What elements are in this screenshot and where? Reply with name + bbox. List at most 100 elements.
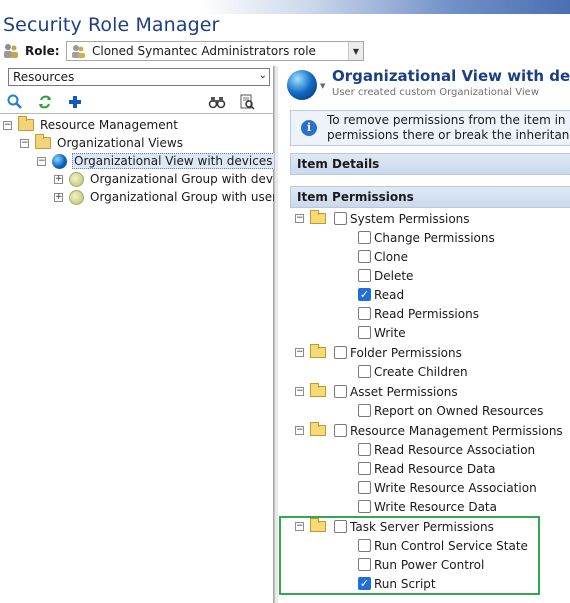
perm-item: Write Resource Association [358, 478, 537, 497]
role-select-value: Cloned Symantec Administrators role [92, 44, 316, 58]
perm-item: Read Resource Association [358, 440, 535, 459]
tree-node-label: Resource Management [40, 118, 178, 132]
perm-item: Report on Owned Resources [358, 401, 543, 420]
resource-type-value: Resources [13, 70, 75, 84]
checkbox-write[interactable] [358, 326, 371, 339]
folder-icon [18, 116, 34, 131]
perm-label: Clone [374, 249, 409, 264]
perm-group-asset: − Asset Permissions [295, 382, 458, 401]
checkbox-report-owned-resources[interactable] [358, 404, 371, 417]
perm-item: Write Resource Data [358, 497, 497, 516]
role-label: Role: [25, 44, 60, 58]
collapse-icon[interactable]: − [295, 426, 304, 435]
checkbox-system-permissions[interactable] [334, 212, 347, 225]
add-icon[interactable] [66, 93, 84, 111]
info-text: To remove permissions from the item in c… [327, 113, 570, 143]
folder-icon [35, 134, 51, 149]
perm-label: Create Children [374, 364, 468, 379]
folder-icon [310, 422, 326, 436]
perm-item: Create Children [358, 362, 468, 381]
expand-icon[interactable]: + [54, 174, 63, 184]
checkbox-resource-management-permissions[interactable] [334, 424, 347, 437]
perm-label: Write Resource Association [374, 480, 537, 495]
collapse-icon[interactable]: − [295, 348, 304, 357]
perm-label: Read Resource Association [374, 442, 536, 457]
item-details-header[interactable]: Item Details [290, 153, 570, 175]
folder-icon [310, 210, 326, 224]
collapse-icon[interactable]: − [295, 214, 304, 223]
perm-label: Asset Permissions [350, 384, 458, 399]
perm-label: Read [374, 287, 405, 302]
item-header: ▼ Organizational View with devic User cr… [278, 66, 570, 108]
binoculars-icon[interactable] [208, 93, 226, 111]
perm-label: Resource Management Permissions [350, 423, 563, 438]
perm-label: Change Permissions [374, 230, 495, 245]
checkbox-read-permissions[interactable] [358, 307, 371, 320]
collapse-icon[interactable]: − [3, 120, 12, 130]
search-icon[interactable] [6, 93, 24, 111]
perm-label: Folder Permissions [350, 345, 462, 360]
checkbox-asset-permissions[interactable] [334, 385, 347, 398]
globe-icon [287, 70, 317, 100]
perm-item: Clone [358, 247, 408, 266]
perm-label: Read Permissions [374, 306, 479, 321]
checkbox-folder-permissions[interactable] [334, 346, 347, 359]
perm-label: Write [374, 325, 406, 340]
title-bar-gradient [0, 0, 570, 14]
checkbox-clone[interactable] [358, 250, 371, 263]
chevron-down-icon[interactable]: ▼ [320, 82, 325, 90]
perm-label: System Permissions [350, 211, 470, 226]
checkbox-create-children[interactable] [358, 365, 371, 378]
org-group-icon [69, 171, 84, 187]
collapse-icon[interactable]: − [37, 156, 46, 166]
folder-icon [310, 344, 326, 358]
role-row: Role: Cloned Symantec Administrators rol… [2, 40, 364, 62]
collapse-icon[interactable]: − [20, 138, 29, 148]
perm-item: Delete [358, 266, 413, 285]
collapse-icon[interactable]: − [295, 387, 304, 396]
info-icon: i [301, 120, 317, 136]
refresh-icon[interactable] [36, 93, 54, 111]
checkbox-delete[interactable] [358, 269, 371, 282]
tree-node-label: Organizational Group with device [90, 172, 291, 186]
item-permissions-header[interactable]: Item Permissions [290, 186, 570, 208]
tree-node-organizational-view[interactable]: − Organizational View with devices for [37, 152, 295, 170]
tree-node-org-group-users[interactable]: + Organizational Group with users [54, 188, 283, 206]
find-in-page-icon[interactable] [238, 93, 256, 111]
tree-node-label: Organizational Group with users [90, 190, 284, 204]
role-select[interactable]: Cloned Symantec Administrators role ▼ [66, 41, 364, 61]
checkbox-change-permissions[interactable] [358, 231, 371, 244]
chevron-down-icon: ⌄ [258, 70, 267, 81]
perm-item: Change Permissions [358, 228, 495, 247]
globe-icon [52, 153, 67, 169]
resource-toolbar [0, 90, 274, 114]
perm-label: Report on Owned Resources [374, 403, 544, 418]
checkbox-write-resource-data[interactable] [358, 500, 371, 513]
resource-type-select[interactable]: Resources ⌄ [8, 68, 270, 86]
tree-node-resource-management[interactable]: − Resource Management [3, 116, 178, 134]
app-title: Security Role Manager [3, 14, 220, 36]
perm-label: Write Resource Data [374, 499, 497, 514]
item-title: Organizational View with devic [332, 67, 570, 85]
checkbox-read[interactable] [358, 288, 371, 301]
perm-item: Read Permissions [358, 304, 479, 323]
perm-group-system: − System Permissions [295, 209, 470, 228]
perm-item: Write [358, 323, 406, 342]
tree-node-organizational-views[interactable]: − Organizational Views [20, 134, 183, 152]
item-subtitle: User created custom Organizational View [332, 87, 539, 98]
chevron-down-icon[interactable]: ▼ [348, 42, 363, 60]
org-group-icon [69, 189, 84, 205]
info-message: i To remove permissions from the item in… [290, 110, 570, 146]
role-users-icon [4, 44, 18, 58]
info-line-2: permissions there or break the inheritan… [327, 128, 570, 142]
resource-pane: Resources ⌄ − Resource Management − Orga… [0, 66, 295, 603]
perm-item: Read Resource Data [358, 459, 495, 478]
tree-node-org-group-devices[interactable]: + Organizational Group with device [54, 170, 290, 188]
perm-label: Delete [374, 268, 414, 283]
expand-icon[interactable]: + [54, 192, 63, 202]
checkbox-read-resource-data[interactable] [358, 462, 371, 475]
checkbox-write-resource-association[interactable] [358, 481, 371, 494]
perm-label: Read Resource Data [374, 461, 496, 476]
highlight-annotation [279, 516, 540, 595]
checkbox-read-resource-association[interactable] [358, 443, 371, 456]
